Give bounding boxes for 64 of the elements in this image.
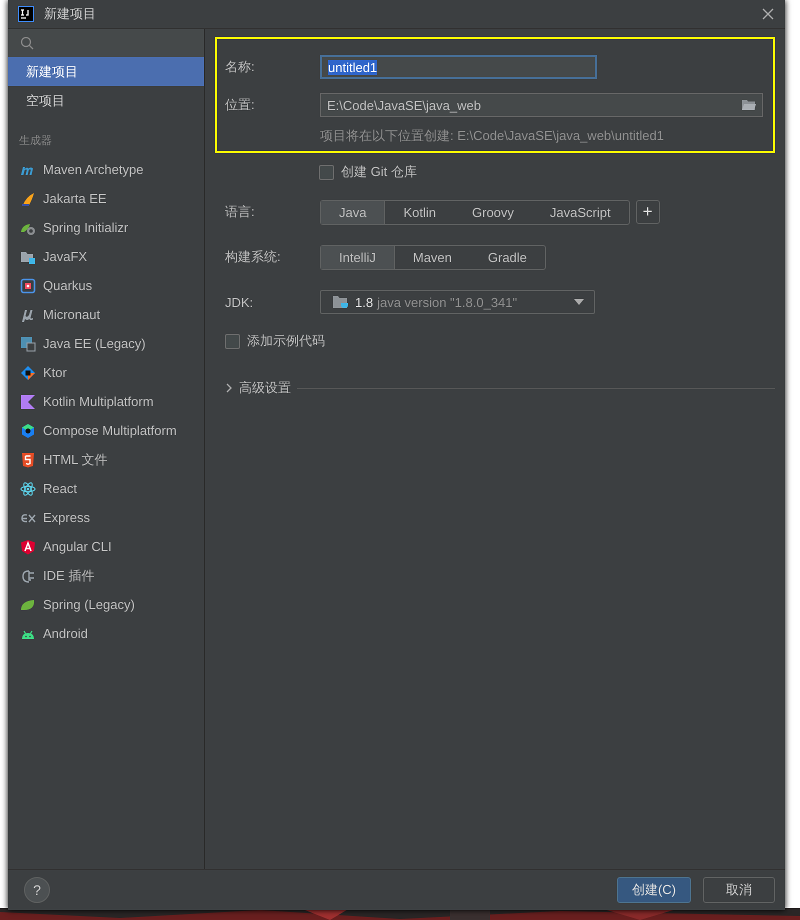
option-button[interactable]: Java bbox=[321, 200, 386, 224]
option-button[interactable]: JavaScript bbox=[532, 200, 629, 224]
option-button[interactable]: Groovy bbox=[454, 200, 532, 224]
kotlin-k-icon bbox=[20, 394, 36, 410]
create-button[interactable]: 创建(C) bbox=[616, 877, 691, 903]
field-label: 语言: bbox=[225, 203, 256, 221]
hint-text: 项目将在以下位置创建: E:\Code\JavaSE\java_web\untitled1 bbox=[320, 127, 665, 145]
option-button[interactable]: Gradle bbox=[470, 246, 545, 268]
input-field[interactable]: untitled1 bbox=[320, 55, 597, 79]
hexagon-icon bbox=[20, 422, 36, 438]
folder-cup-icon bbox=[333, 295, 351, 309]
plug-icon bbox=[20, 568, 36, 584]
sidebar-item[interactable]: Kotlin Multiplatform bbox=[43, 394, 154, 409]
option-button[interactable]: IntelliJ bbox=[321, 246, 395, 268]
field-label: 名称: bbox=[225, 58, 256, 76]
field-label: 位置: bbox=[225, 96, 256, 114]
sidebar-item[interactable]: Spring (Legacy) bbox=[43, 597, 135, 612]
jdk-dropdown[interactable]: 1.8 java version "1.8.0_341" bbox=[320, 290, 595, 314]
window-title: 新建项目 bbox=[44, 5, 96, 23]
sidebar-item[interactable]: Express bbox=[43, 510, 90, 525]
atom-icon bbox=[20, 480, 36, 496]
sidebar-item[interactable]: React bbox=[43, 481, 77, 496]
sidebar-item[interactable]: Quarkus bbox=[43, 278, 92, 293]
search-field[interactable] bbox=[8, 29, 204, 57]
checkbox-label[interactable]: 添加示例代码 bbox=[247, 332, 325, 350]
flame-icon bbox=[20, 190, 36, 206]
sidebar-item[interactable]: Jakarta EE bbox=[43, 191, 107, 206]
checkbox[interactable] bbox=[319, 164, 334, 180]
sidebar-item[interactable]: Android bbox=[43, 626, 88, 641]
chevron-icon[interactable] bbox=[225, 383, 233, 393]
caret-icon bbox=[574, 299, 584, 305]
field-label: 构建系统: bbox=[225, 248, 282, 266]
app-logo-icon bbox=[18, 6, 34, 22]
add-button[interactable]: + bbox=[636, 200, 660, 224]
angular-shield-icon bbox=[20, 538, 36, 554]
html5-shield-icon bbox=[20, 452, 36, 468]
javaee-icon bbox=[20, 336, 36, 352]
sidebar-item[interactable]: Compose Multiplatform bbox=[43, 423, 177, 438]
sidebar-item[interactable]: IDE 插件 bbox=[43, 566, 94, 584]
folder-icon[interactable] bbox=[742, 99, 756, 111]
sidebar-item[interactable]: Micronaut bbox=[43, 307, 100, 322]
option-button[interactable]: Kotlin bbox=[385, 200, 454, 224]
close-icon[interactable] bbox=[761, 7, 775, 21]
cancel-button[interactable]: 取消 bbox=[703, 877, 775, 903]
sidebar-item[interactable]: JavaFX bbox=[43, 249, 88, 264]
sidebar-item[interactable]: Ktor bbox=[43, 365, 67, 380]
quarkus-icon bbox=[20, 278, 36, 294]
sidebar-item[interactable]: Java EE (Legacy) bbox=[43, 336, 146, 351]
field-label: JDK: bbox=[225, 294, 254, 310]
sidebar-item[interactable]: Spring Initializr bbox=[43, 220, 128, 235]
section-toggle[interactable]: 高级设置 bbox=[239, 379, 291, 397]
help-button[interactable]: ? bbox=[24, 877, 50, 903]
sidebar-item[interactable]: Maven Archetype bbox=[43, 162, 144, 177]
option-button[interactable]: Maven bbox=[394, 246, 470, 268]
search-icon bbox=[20, 36, 34, 50]
sidebar-item[interactable]: 空项目 bbox=[8, 86, 204, 115]
sidebar-item[interactable]: Angular CLI bbox=[43, 539, 112, 554]
sidebar-item[interactable]: 新建项目 bbox=[8, 57, 204, 86]
checkbox[interactable] bbox=[225, 334, 240, 348]
input-field[interactable]: E:\Code\JavaSE\java_web bbox=[320, 93, 763, 117]
checkbox-label[interactable]: 创建 Git 仓库 bbox=[341, 163, 417, 181]
sidebar-item[interactable]: HTML 文件 bbox=[43, 450, 108, 468]
diamond-icon bbox=[20, 364, 36, 380]
section-header: 生成器 bbox=[18, 134, 53, 149]
